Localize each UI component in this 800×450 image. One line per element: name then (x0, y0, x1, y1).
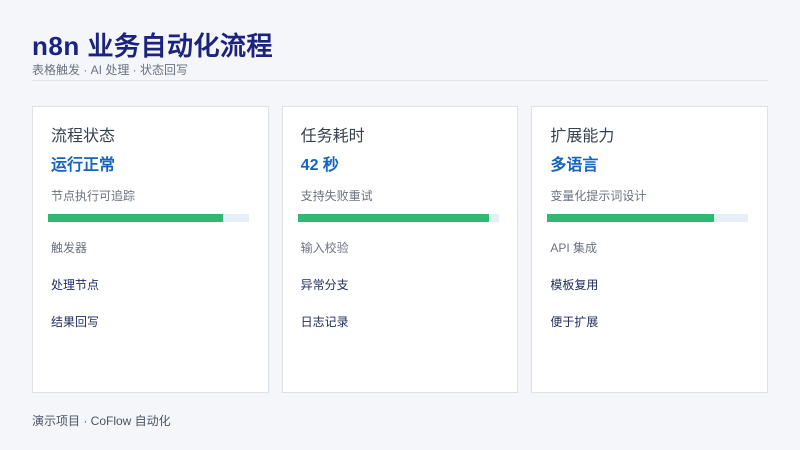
progress-bar (547, 214, 749, 222)
card-value: 多语言 (550, 157, 599, 174)
card-item-link[interactable]: 结果回写 (51, 314, 99, 330)
progress-bar (297, 214, 499, 222)
progress-fill (297, 214, 489, 222)
card-extensibility: 扩展能力 多语言 变量化提示词设计 API 集成 模板复用 便于扩展 (531, 106, 769, 393)
card-description: 变量化提示词设计 (550, 189, 647, 203)
card-description: 支持失败重试 (300, 189, 373, 203)
card-item-link[interactable]: 日志记录 (301, 314, 349, 330)
card-item-link[interactable]: 便于扩展 (550, 314, 598, 330)
card-row: 流程状态 运行正常 节点执行可追踪 触发器 处理节点 结果回写 任务耗时 42 … (32, 106, 769, 393)
page-title: n8n 业务自动化流程 (32, 31, 273, 61)
card-task-duration: 任务耗时 42 秒 支持失败重试 输入校验 异常分支 日志记录 (281, 106, 519, 393)
progress-fill (547, 214, 715, 222)
progress-fill (48, 214, 223, 222)
card-title: 扩展能力 (550, 128, 615, 145)
header-divider (32, 80, 768, 81)
card-item-link[interactable]: 模板复用 (550, 277, 598, 293)
card-item-label: 触发器 (51, 241, 88, 255)
page-subtitle: 表格触发 · AI 处理 · 状态回写 (32, 63, 189, 77)
card-flow-status: 流程状态 运行正常 节点执行可追踪 触发器 处理节点 结果回写 (32, 106, 269, 393)
card-item-label: 输入校验 (300, 241, 349, 255)
card-title: 流程状态 (51, 128, 116, 145)
page-header: n8n 业务自动化流程 表格触发 · AI 处理 · 状态回写 (32, 30, 768, 78)
card-item-link[interactable]: 异常分支 (301, 277, 349, 293)
card-title: 任务耗时 (300, 128, 365, 145)
progress-bar (48, 214, 249, 222)
card-description: 节点执行可追踪 (51, 189, 136, 203)
card-item-link[interactable]: 处理节点 (51, 277, 99, 293)
card-value: 42 秒 (300, 157, 339, 174)
card-item-label: API 集成 (550, 241, 598, 255)
card-value: 运行正常 (51, 157, 116, 174)
footer-text: 演示项目 · CoFlow 自动化 (32, 414, 171, 428)
